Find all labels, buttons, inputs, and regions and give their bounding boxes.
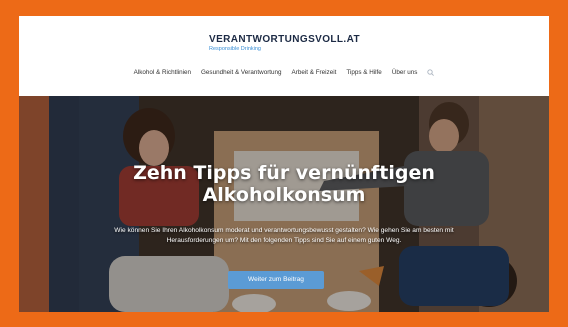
nav-item-ueber-uns[interactable]: Über uns xyxy=(392,69,418,76)
logo-title: VERANTWORTUNGSVOLL.AT xyxy=(209,34,360,45)
site-logo[interactable]: VERANTWORTUNGSVOLL.AT Responsible Drinki… xyxy=(209,34,360,52)
search-icon[interactable] xyxy=(427,69,435,76)
read-more-button[interactable]: Weiter zum Beitrag xyxy=(228,271,324,289)
nav-item-alkohol[interactable]: Alkohol & Richtlinien xyxy=(134,69,191,76)
hero-intro-text: Wie können Sie Ihren Alkoholkonsum moder… xyxy=(114,227,454,244)
hero-title: Zehn Tipps für vernünftigen Alkoholkonsu… xyxy=(19,162,549,206)
nav-item-arbeit[interactable]: Arbeit & Freizeit xyxy=(292,69,337,76)
hero-section: Zehn Tipps für vernünftigen Alkoholkonsu… xyxy=(19,96,549,312)
nav-item-tipps[interactable]: Tipps & Hilfe xyxy=(346,69,381,76)
logo-subtitle: Responsible Drinking xyxy=(209,46,261,52)
main-navigation: Alkohol & Richtlinien Gesundheit & Veran… xyxy=(19,69,549,76)
hero-title-line-2: Alkoholkonsum xyxy=(202,184,366,206)
site-header: VERANTWORTUNGSVOLL.AT Responsible Drinki… xyxy=(19,16,549,96)
page-screenshot: VERANTWORTUNGSVOLL.AT Responsible Drinki… xyxy=(19,16,549,312)
hero-title-line-1: Zehn Tipps für vernünftigen xyxy=(133,162,435,184)
nav-item-gesundheit[interactable]: Gesundheit & Verantwortung xyxy=(201,69,282,76)
